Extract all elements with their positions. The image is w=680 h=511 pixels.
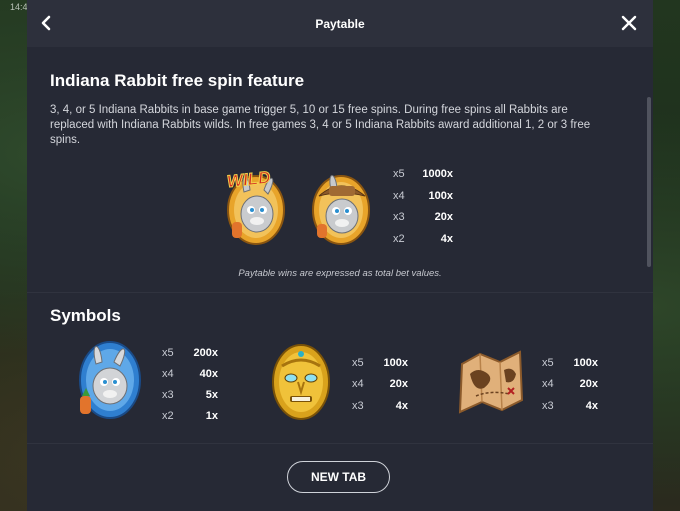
payout-count: x3 xyxy=(162,389,174,401)
feature-paytable: x5 1000x x4 100x x3 20x x2 4x xyxy=(393,168,473,248)
payout-value: 40x xyxy=(199,368,218,380)
close-button[interactable] xyxy=(619,13,639,33)
payout-count: x2 xyxy=(162,410,174,422)
payout-value: 4x xyxy=(395,400,408,412)
payout-count: x5 xyxy=(393,168,405,180)
symbol-paytable: x5 200x x4 40x x3 5x x2 1x xyxy=(162,347,242,427)
payout-count: x3 xyxy=(542,400,554,412)
close-icon xyxy=(621,15,637,31)
section-divider xyxy=(27,443,653,444)
symbols-heading: Symbols xyxy=(50,306,121,325)
chevron-left-icon xyxy=(41,15,51,31)
payout-value: 1000x xyxy=(422,168,453,180)
feature-heading: Indiana Rabbit free spin feature xyxy=(50,71,305,90)
payout-value: 20x xyxy=(579,378,598,390)
scrollbar-thumb[interactable] xyxy=(647,97,651,267)
map-symbol xyxy=(454,344,528,420)
indiana-rabbit-symbol xyxy=(305,166,375,246)
payout-value: 5x xyxy=(205,389,218,401)
indiana-rabbit-icon xyxy=(312,175,370,245)
treasure-map-icon xyxy=(458,350,524,414)
symbol-paytable: x5 100x x4 20x x3 4x xyxy=(352,357,432,417)
payout-value: 4x xyxy=(585,400,598,412)
payout-count: x3 xyxy=(393,211,405,223)
feature-description: 3, 4, or 5 Indiana Rabbits in base game … xyxy=(50,104,591,146)
payout-value: 20x xyxy=(389,378,408,390)
payout-count: x5 xyxy=(352,357,364,369)
payout-value: 100x xyxy=(428,190,453,202)
golden-mask-icon xyxy=(272,344,330,420)
rabbit-blue-egg-icon xyxy=(79,341,141,419)
payout-value: 1x xyxy=(205,410,218,422)
payout-count: x4 xyxy=(162,368,174,380)
payout-value: 200x xyxy=(193,347,218,359)
payout-count: x2 xyxy=(393,233,405,245)
mask-symbol xyxy=(268,340,334,422)
section-divider xyxy=(27,292,653,293)
payout-value: 100x xyxy=(383,357,408,369)
payout-value: 4x xyxy=(440,233,453,245)
payout-count: x5 xyxy=(542,357,554,369)
new-tab-button[interactable]: NEW TAB xyxy=(287,461,390,493)
page-title: Paytable xyxy=(315,16,365,31)
header-bar: Paytable xyxy=(27,0,653,47)
symbol-paytable: x5 100x x4 20x x3 4x xyxy=(542,357,622,417)
payout-count: x4 xyxy=(393,190,405,202)
payout-value: 100x xyxy=(573,357,598,369)
rabbit-symbol xyxy=(70,338,148,422)
back-button[interactable] xyxy=(39,14,59,34)
payout-value: 20x xyxy=(434,211,453,223)
payout-count: x4 xyxy=(542,378,554,390)
paytable-content[interactable]: Indiana Rabbit free spin feature 3, 4, o… xyxy=(27,47,653,511)
status-time: 14:4 xyxy=(10,2,28,12)
payout-count: x3 xyxy=(352,400,364,412)
paytable-note: Paytable wins are expressed as total bet… xyxy=(238,268,442,279)
payout-count: x5 xyxy=(162,347,174,359)
paytable-panel: Paytable Indiana Rabbit free spin featur… xyxy=(27,0,653,511)
payout-count: x4 xyxy=(352,378,364,390)
